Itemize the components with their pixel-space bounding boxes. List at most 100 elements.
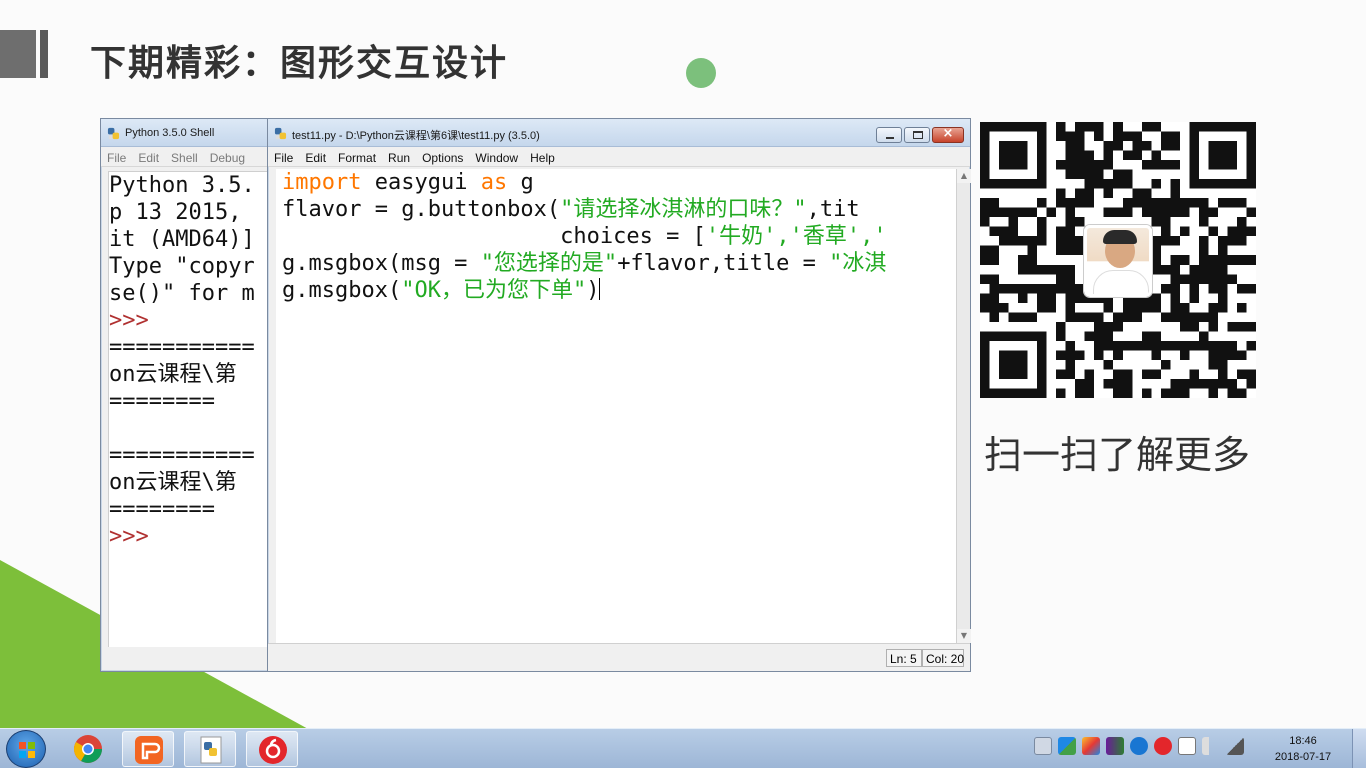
avatar-hair	[1103, 230, 1137, 244]
code-text: easygui	[361, 170, 481, 195]
clock-time: 18:46	[1289, 735, 1317, 747]
taskbar-chrome[interactable]	[62, 731, 114, 767]
volume-icon[interactable]	[1202, 737, 1220, 755]
shell-line: ========	[109, 497, 215, 522]
code-line: import easygui as g	[276, 169, 956, 196]
code-text: flavor = g.buttonbox(	[282, 197, 561, 222]
shell-menubar: File Edit Shell Debug	[101, 147, 271, 167]
python-icon	[274, 127, 287, 140]
code-text: +flavor,title =	[617, 251, 830, 276]
code-text: g	[507, 170, 534, 195]
shell-menu-edit[interactable]: Edit	[132, 148, 165, 165]
wps-presentation-icon	[135, 736, 163, 764]
shell-line: on云课程\第	[109, 362, 237, 387]
maximize-button[interactable]	[904, 127, 930, 143]
cloud-icon[interactable]	[1130, 737, 1148, 755]
text-cursor	[599, 278, 601, 300]
status-line-number: Ln: 5	[886, 649, 922, 667]
shell-output[interactable]: Python 3.5. p 13 2015, it (AMD64)] Type …	[108, 171, 270, 663]
avatar	[1084, 225, 1152, 297]
adobe-icon[interactable]	[1058, 737, 1076, 755]
windows-taskbar: 18:46 2018-07-17	[0, 728, 1366, 768]
signal-icon[interactable]	[1226, 737, 1244, 755]
network-app-icon[interactable]	[1106, 737, 1124, 755]
shell-menu-shell[interactable]: Shell	[165, 148, 204, 165]
shell-line: se()" for m	[109, 281, 255, 306]
avatar-body	[1093, 270, 1149, 294]
shell-line: on云课程\第	[109, 470, 237, 495]
python-file-icon	[200, 736, 222, 764]
menu-file[interactable]: File	[268, 148, 299, 165]
shell-titlebar[interactable]: Python 3.5.0 Shell	[101, 119, 271, 147]
editor-statusbar: Ln: 5 Col: 20	[268, 643, 970, 671]
vertical-scrollbar[interactable]: ▲ ▼	[956, 169, 971, 643]
colorful-cube-icon[interactable]	[1082, 737, 1100, 755]
code-editor[interactable]: import easygui as g flavor = g.buttonbox…	[276, 169, 956, 643]
menu-format[interactable]: Format	[332, 148, 382, 165]
menu-edit[interactable]: Edit	[299, 148, 332, 165]
editor-menubar: File Edit Format Run Options Window Help	[268, 147, 970, 167]
code-text: ,tit	[806, 197, 860, 222]
start-button[interactable]	[6, 730, 46, 768]
code-text: g.msgbox(	[282, 278, 402, 303]
editor-titlebar[interactable]: test11.py - D:\Python云课程\第6课\test11.py (…	[268, 119, 970, 147]
string-literal: "冰淇	[829, 251, 887, 276]
taskbar-clock[interactable]: 18:46 2018-07-17	[1266, 733, 1340, 765]
screen: 下期精彩：图形交互设计 Python 3.5.0 Shell File Edit S…	[0, 0, 1366, 768]
python-icon	[107, 127, 120, 140]
qr-caption: 扫一扫了解更多	[984, 433, 1251, 477]
shell-line: ===========	[109, 335, 255, 360]
clock-date: 2018-07-17	[1274, 751, 1332, 763]
shell-statusbar	[108, 647, 271, 665]
keyboard-icon[interactable]	[1034, 737, 1052, 755]
shell-line: Type "copyr	[109, 254, 255, 279]
menu-help[interactable]: Help	[524, 148, 561, 165]
slide-decor-bar	[0, 30, 36, 78]
slide-decor-bar-thin	[40, 30, 48, 78]
taskbar-python-idle[interactable]	[184, 731, 236, 767]
shell-menu-file[interactable]: File	[101, 148, 132, 165]
menu-window[interactable]: Window	[469, 148, 524, 165]
taskbar-wps-presentation[interactable]	[122, 731, 174, 767]
maximize-icon	[913, 131, 923, 139]
show-desktop-button[interactable]	[1352, 729, 1366, 768]
code-text: )	[586, 278, 600, 303]
string-literal: "OK，已为您下单"	[401, 278, 587, 303]
window-controls: ×	[876, 126, 964, 144]
code-text: choices = [	[282, 224, 706, 249]
status-column-number: Col: 20	[922, 649, 964, 667]
shell-line: ===========	[109, 443, 255, 468]
editor-title: test11.py - D:\Python云课程\第6课\test11.py (…	[292, 130, 540, 142]
menu-options[interactable]: Options	[416, 148, 469, 165]
keyword: as	[480, 170, 508, 195]
string-literal: "您选择的是"	[480, 251, 618, 276]
chrome-icon	[74, 735, 102, 763]
shell-prompt: >>>	[109, 524, 149, 549]
close-button[interactable]: ×	[932, 126, 964, 143]
shell-line: it (AMD64)]	[109, 227, 255, 252]
scroll-down-icon[interactable]: ▼	[957, 629, 971, 643]
code-line: choices = ['牛奶','香草','	[276, 223, 956, 250]
shell-line: p 13 2015,	[109, 200, 242, 225]
code-line: flavor = g.buttonbox("请选择冰淇淋的口味？",tit	[276, 196, 956, 223]
menu-run[interactable]: Run	[382, 148, 416, 165]
idle-editor-window[interactable]: test11.py - D:\Python云课程\第6课\test11.py (…	[267, 118, 971, 672]
netease-tray-icon[interactable]	[1154, 737, 1172, 755]
shell-menu-debug[interactable]: Debug	[204, 148, 251, 165]
python-shell-window[interactable]: Python 3.5.0 Shell File Edit Shell Debug Py…	[100, 118, 272, 672]
minimize-button[interactable]	[876, 127, 902, 143]
string-literal: '牛奶','香草','	[705, 224, 887, 249]
shell-line: ========	[109, 389, 215, 414]
taskbar-netease-music[interactable]	[246, 731, 298, 767]
scroll-up-icon[interactable]: ▲	[957, 169, 971, 183]
close-icon: ×	[942, 126, 954, 141]
code-line: g.msgbox(msg = "您选择的是"+flavor,title = "冰…	[276, 250, 956, 277]
code-line: g.msgbox("OK，已为您下单")	[276, 277, 956, 304]
system-tray	[1034, 737, 1244, 755]
shell-title: Python 3.5.0 Shell	[125, 127, 215, 139]
shell-line: Python 3.5.	[109, 173, 255, 198]
clipboard-icon[interactable]	[1178, 737, 1196, 755]
slide-title: 下期精彩：图形交互设计	[90, 43, 509, 84]
code-text: g.msgbox(msg =	[282, 251, 481, 276]
